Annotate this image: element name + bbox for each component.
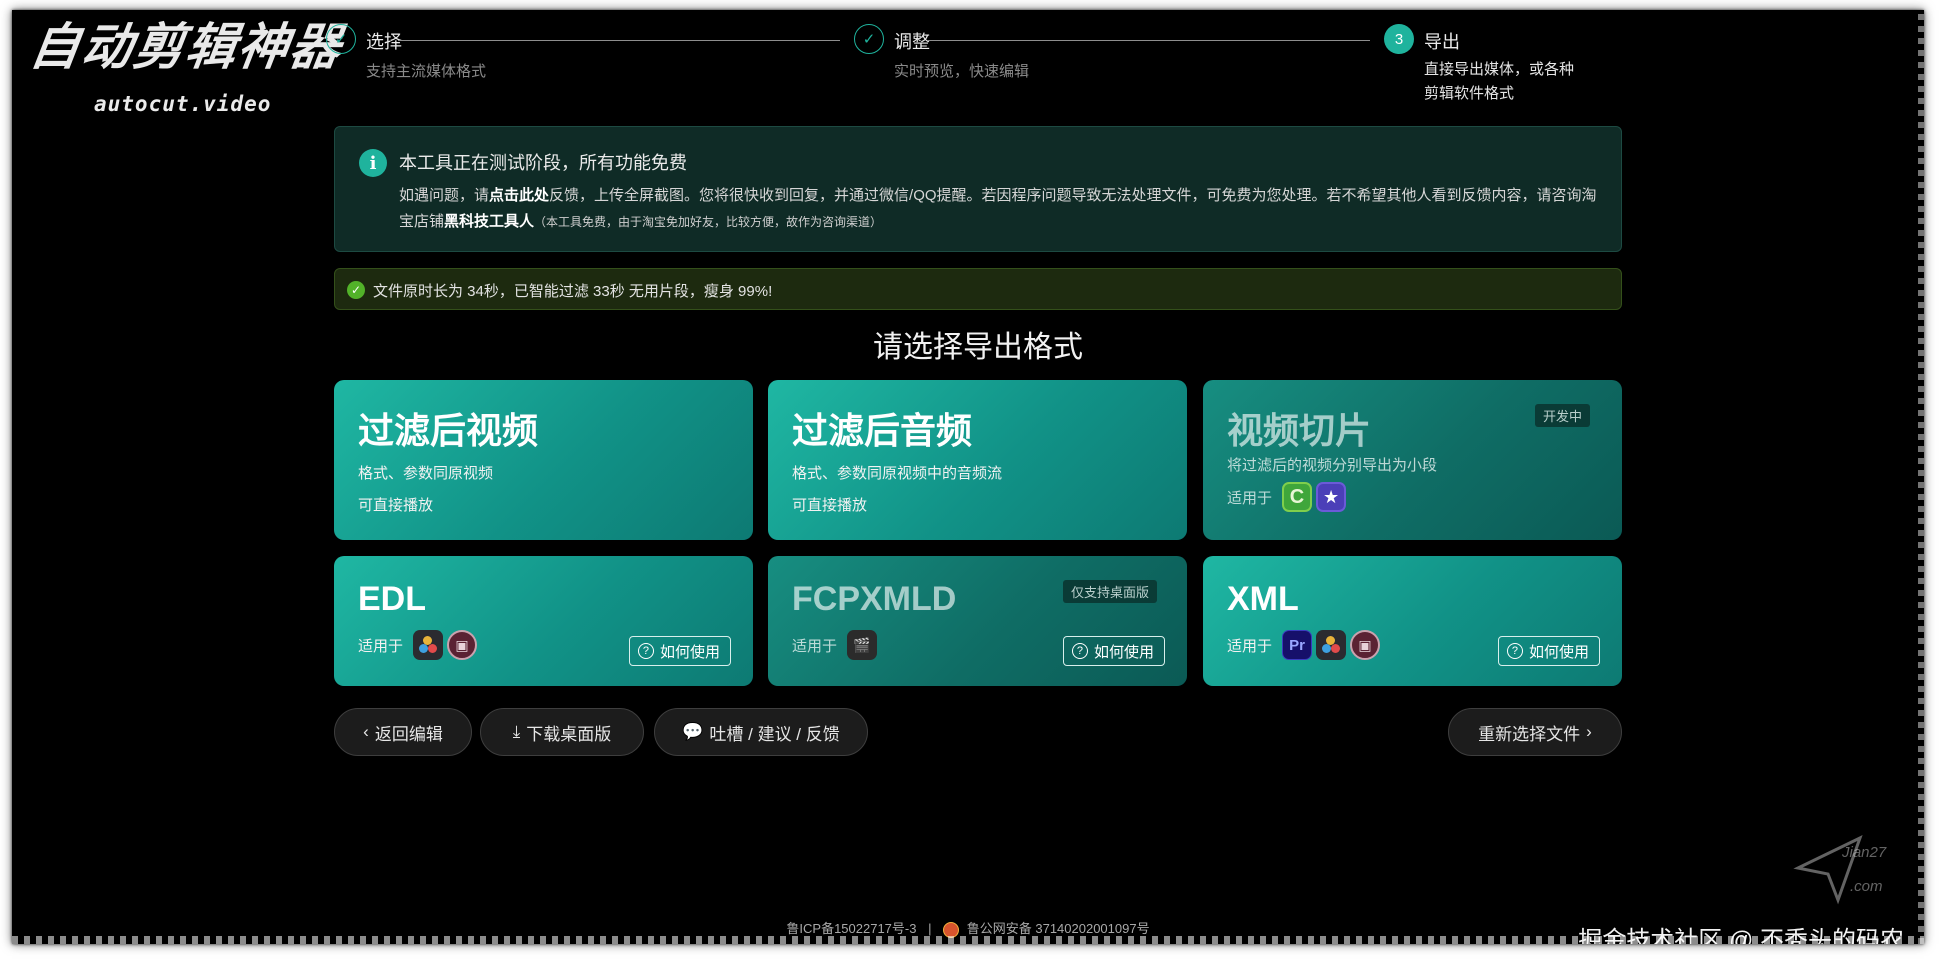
dev-badge: 开发中 — [1534, 404, 1590, 427]
imovie-icon: ★ — [1316, 482, 1347, 512]
card-filtered-audio[interactable]: 过滤后音频 格式、参数同原视频中的音频流 可直接播放 — [768, 380, 1187, 540]
card-filtered-video[interactable]: 过滤后视频 格式、参数同原视频 可直接播放 — [334, 380, 753, 540]
applies-row: 适用于 C ★ — [1227, 482, 1347, 512]
card-title: EDL — [358, 580, 426, 618]
download-icon: ⤓ — [512, 722, 521, 741]
notice-title: 本工具正在测试阶段，所有功能免费 — [399, 153, 687, 173]
how-to-use-label: 如何使用 — [1528, 643, 1589, 661]
question-icon: ? — [637, 643, 654, 659]
icp-link[interactable]: 鲁ICP备15022717号-3 — [786, 921, 916, 936]
police-record-link[interactable]: 鲁公网安备 37140202001097号 — [967, 921, 1150, 936]
watermark-logo-sub: .com — [1850, 878, 1883, 895]
card-title: 过滤后视频 — [358, 410, 539, 451]
step-connector — [398, 40, 840, 41]
card-video-clips[interactable]: 视频切片 开发中 将过滤后的视频分别导出为小段 适用于 C ★ — [1203, 380, 1622, 540]
step-desc: 支持主流媒体格式 — [366, 63, 487, 80]
feedback-link[interactable]: 点击此处 — [489, 187, 549, 204]
button-label: 下载桌面版 — [526, 724, 612, 744]
beta-notice: i 本工具正在测试阶段，所有功能免费 如遇问题，请点击此处反馈，上传全屏截图。您… — [334, 126, 1622, 252]
card-fcpxmld[interactable]: FCPXMLD 仅支持桌面版 适用于 🎬 ? 如何使用 — [768, 556, 1187, 686]
card-desc: 可直接播放 — [792, 497, 868, 514]
card-desc: 格式、参数同原视频 — [358, 465, 494, 482]
desktop-only-badge: 仅支持桌面版 — [1062, 580, 1157, 603]
logo-title: 自动剪辑神器 — [25, 18, 347, 76]
applies-label: 适用于 — [358, 637, 404, 655]
action-bar: ‹ 返回编辑 ⤓ 下载桌面版 💬 吐槽 / 建议 / 反馈 重新选择文件 › — [334, 708, 1622, 758]
notice-text: 如遇问题，请 — [399, 187, 490, 204]
film-icon: ▣ — [447, 630, 478, 660]
step-desc: 直接导出媒体，或各种剪辑软件格式 — [1424, 61, 1575, 102]
applies-label: 适用于 — [792, 637, 838, 655]
reselect-file-button[interactable]: 重新选择文件 › — [1448, 708, 1622, 756]
how-to-use-label: 如何使用 — [659, 643, 720, 661]
card-title: 过滤后音频 — [792, 410, 973, 451]
how-to-use-button[interactable]: ? 如何使用 — [1062, 636, 1165, 666]
logo-subtitle: autocut.video — [94, 92, 272, 116]
success-message: ✓ 文件原时长为 34秒，已智能过滤 33秒 无用片段，瘦身 99%! — [334, 268, 1622, 310]
step-title: 调整 — [894, 32, 930, 52]
question-icon: ? — [1071, 643, 1088, 659]
card-desc: 将过滤后的视频分别导出为小段 — [1227, 457, 1438, 474]
torn-edge — [1918, 10, 1924, 944]
film-icon: ▣ — [1350, 630, 1381, 660]
card-title: 视频切片 — [1227, 410, 1372, 451]
export-format-grid: 过滤后视频 格式、参数同原视频 可直接播放 过滤后音频 格式、参数同原视频中的音… — [334, 380, 1622, 690]
applies-label: 适用于 — [1227, 489, 1273, 507]
chevron-right-icon: › — [1586, 722, 1592, 741]
button-label: 吐槽 / 建议 / 反馈 — [709, 724, 840, 744]
button-label: 返回编辑 — [374, 724, 443, 744]
section-title: 请选择导出格式 — [873, 331, 1083, 364]
card-desc: 格式、参数同原视频中的音频流 — [792, 465, 1003, 482]
feedback-button[interactable]: 💬 吐槽 / 建议 / 反馈 — [654, 708, 868, 756]
footer-separator: | — [928, 921, 932, 936]
card-xml[interactable]: XML 适用于 Pr ▣ ? 如何使用 — [1203, 556, 1622, 686]
card-title: XML — [1227, 580, 1299, 618]
applies-row: 适用于 Pr ▣ — [1227, 630, 1381, 660]
logo[interactable]: 自动剪辑神器 autocut.video — [26, 18, 346, 116]
watermark-logo: Jian27 .com — [1790, 828, 1886, 912]
card-edl[interactable]: EDL 适用于 ▣ ? 如何使用 — [334, 556, 753, 686]
app-window: 自动剪辑神器 autocut.video ✓ 选择 支持主流媒体格式 ✓ 调整 … — [12, 10, 1924, 944]
card-title: FCPXMLD — [792, 580, 957, 618]
notice-note: （本工具免费，由于淘宝免加好友，比较方便，故作为咨询渠道） — [534, 215, 883, 229]
back-to-edit-button[interactable]: ‹ 返回编辑 — [334, 708, 472, 756]
step-desc: 实时预览，快速编辑 — [894, 63, 1030, 80]
arrow-icon — [1793, 835, 1863, 905]
notice-desc: 如遇问题，请点击此处反馈，上传全屏截图。您将很快收到回复，并通过微信/QQ提醒。… — [399, 183, 1599, 235]
button-label: 重新选择文件 — [1478, 724, 1581, 744]
how-to-use-button[interactable]: ? 如何使用 — [628, 636, 731, 666]
card-desc: 可直接播放 — [358, 497, 434, 514]
download-desktop-button[interactable]: ⤓ 下载桌面版 — [480, 708, 644, 756]
final-cut-pro-icon: 🎬 — [847, 630, 878, 660]
check-icon: ✓ — [326, 24, 356, 54]
davinci-resolve-icon — [413, 630, 444, 660]
step-title: 选择 — [366, 32, 402, 52]
check-circle-icon: ✓ — [347, 281, 365, 299]
chevron-left-icon: ‹ — [363, 722, 369, 741]
shop-name: 黑科技工具人 — [444, 213, 535, 230]
info-icon: i — [359, 149, 387, 177]
step-title: 导出 — [1424, 32, 1460, 52]
check-icon: ✓ — [854, 24, 884, 54]
success-text: 文件原时长为 34秒，已智能过滤 33秒 无用片段，瘦身 99%! — [373, 283, 773, 300]
applies-label: 适用于 — [1227, 637, 1273, 655]
camtasia-icon: C — [1282, 482, 1313, 512]
step-number: 3 — [1384, 24, 1414, 54]
davinci-resolve-icon — [1316, 630, 1347, 660]
how-to-use-button[interactable]: ? 如何使用 — [1497, 636, 1600, 666]
applies-row: 适用于 ▣ — [358, 630, 478, 660]
step-connector — [928, 40, 1370, 41]
chat-icon: 💬 — [682, 722, 704, 741]
applies-row: 适用于 🎬 — [792, 630, 878, 660]
how-to-use-label: 如何使用 — [1093, 643, 1154, 661]
main-content: i 本工具正在测试阶段，所有功能免费 如遇问题，请点击此处反馈，上传全屏截图。您… — [334, 126, 1622, 758]
torn-edge — [12, 936, 1924, 944]
watermark-logo-text: Jian27 — [1842, 844, 1887, 861]
question-icon: ? — [1506, 643, 1523, 659]
premiere-pro-icon: Pr — [1282, 630, 1313, 660]
